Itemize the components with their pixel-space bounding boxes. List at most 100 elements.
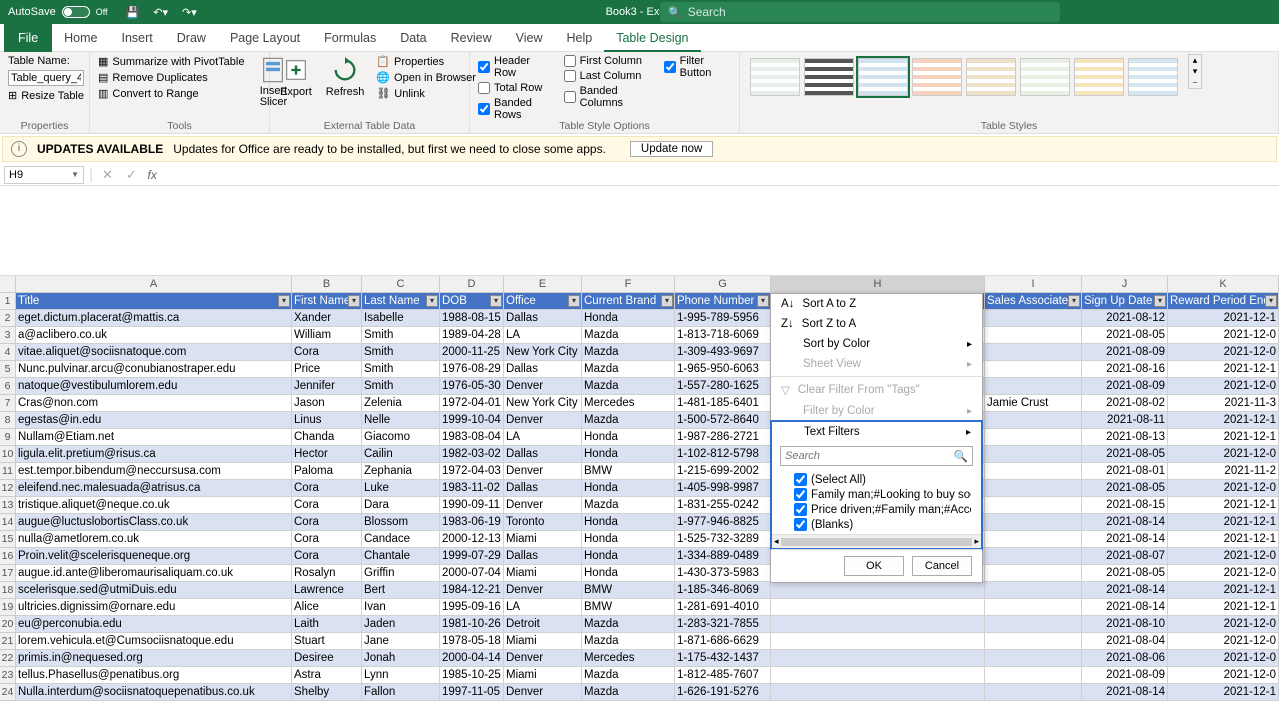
cell[interactable]: 1-831-255-0242 [675, 497, 771, 514]
cell[interactable]: Honda [582, 480, 675, 497]
cell[interactable]: 1972-04-01 [440, 395, 504, 412]
cell[interactable]: 2021-11-2 [1168, 463, 1279, 480]
row-header[interactable]: 12 [0, 480, 16, 497]
cell[interactable]: 2021-12-1 [1168, 599, 1279, 616]
refresh-button[interactable]: Refresh [322, 54, 369, 100]
cell[interactable]: Honda [582, 429, 675, 446]
row-header[interactable]: 2 [0, 310, 16, 327]
cell[interactable]: Denver [504, 378, 582, 395]
cell[interactable]: 1976-08-29 [440, 361, 504, 378]
column-header[interactable]: E [504, 276, 582, 293]
enter-formula-icon[interactable]: ✓ [120, 167, 144, 183]
cell[interactable]: 1988-08-15 [440, 310, 504, 327]
cell[interactable]: 1-995-789-5956 [675, 310, 771, 327]
cell[interactable]: 2021-12-1 [1168, 310, 1279, 327]
filter-dropdown-icon[interactable]: ▾ [1154, 295, 1166, 307]
cell[interactable]: Luke [362, 480, 440, 497]
cell[interactable]: Nelle [362, 412, 440, 429]
row-header[interactable]: 9 [0, 429, 16, 446]
filter-ok-button[interactable]: OK [844, 556, 904, 576]
cell[interactable]: 2021-11-3 [1168, 395, 1279, 412]
filter-dropdown-icon[interactable]: ▾ [568, 295, 580, 307]
cell[interactable]: William [292, 327, 362, 344]
cell[interactable]: 1978-05-18 [440, 633, 504, 650]
first-col-check[interactable]: First Column [562, 54, 656, 68]
cell[interactable]: Miami [504, 565, 582, 582]
cell[interactable]: Cora [292, 480, 362, 497]
cell[interactable]: 1-557-280-1625 [675, 378, 771, 395]
cell[interactable]: Mazda [582, 633, 675, 650]
cell[interactable]: Honda [582, 531, 675, 548]
total-row-check[interactable]: Total Row [476, 81, 556, 95]
cell[interactable]: 1983-11-02 [440, 480, 504, 497]
cell[interactable]: Denver [504, 463, 582, 480]
cell[interactable] [771, 633, 985, 650]
cell[interactable]: 2021-12-1 [1168, 429, 1279, 446]
cell[interactable]: Jason [292, 395, 362, 412]
row-header[interactable]: 19 [0, 599, 16, 616]
column-header[interactable]: J [1082, 276, 1168, 293]
table-style-swatch[interactable] [912, 58, 962, 96]
cell[interactable]: 1981-10-26 [440, 616, 504, 633]
cell[interactable] [771, 599, 985, 616]
menu-tab-data[interactable]: Data [388, 24, 438, 52]
banded-rows-check[interactable]: Banded Rows [476, 96, 556, 122]
cell[interactable]: tristique.aliquet@neque.co.uk [16, 497, 292, 514]
cell[interactable]: Chantale [362, 548, 440, 565]
cell[interactable]: Mazda [582, 361, 675, 378]
column-header[interactable]: G [675, 276, 771, 293]
cell[interactable]: 2021-12-0 [1168, 633, 1279, 650]
table-style-swatch[interactable] [966, 58, 1016, 96]
cell[interactable]: Jane [362, 633, 440, 650]
menu-tab-home[interactable]: Home [52, 24, 109, 52]
cell[interactable] [985, 514, 1082, 531]
cell[interactable]: 2021-12-1 [1168, 497, 1279, 514]
cell[interactable]: Honda [582, 565, 675, 582]
fx-icon[interactable]: fx [148, 168, 157, 182]
cell[interactable]: 2021-12-1 [1168, 361, 1279, 378]
column-header[interactable]: D [440, 276, 504, 293]
row-header[interactable]: 1 [0, 293, 16, 310]
cell[interactable] [985, 565, 1082, 582]
cell[interactable]: 1999-07-29 [440, 548, 504, 565]
cell[interactable] [985, 412, 1082, 429]
update-now-button[interactable]: Update now [630, 141, 713, 157]
text-filters-item[interactable]: Text Filters▸ [772, 422, 981, 442]
cell[interactable]: eu@perconubia.edu [16, 616, 292, 633]
filter-check-item[interactable]: (Blanks) [794, 517, 971, 532]
cell[interactable]: Nullam@Etiam.net [16, 429, 292, 446]
cell[interactable]: 2021-08-05 [1082, 565, 1168, 582]
toggle-switch[interactable] [62, 6, 90, 18]
cell[interactable]: eget.dictum.placerat@mattis.ca [16, 310, 292, 327]
cell[interactable]: Jonah [362, 650, 440, 667]
cell[interactable]: 1-405-998-9987 [675, 480, 771, 497]
table-header-cell[interactable]: Last Name▾ [362, 293, 440, 310]
cell[interactable]: 1984-12-21 [440, 582, 504, 599]
cell[interactable]: Dallas [504, 548, 582, 565]
formula-input[interactable] [161, 166, 1279, 184]
select-all-corner[interactable] [0, 276, 16, 293]
cell[interactable]: 2000-07-04 [440, 565, 504, 582]
cell[interactable]: 2021-12-0 [1168, 327, 1279, 344]
table-header-cell[interactable]: Sales Associate▾ [985, 293, 1082, 310]
column-header[interactable]: H [771, 276, 985, 293]
cell[interactable]: BMW [582, 599, 675, 616]
cell[interactable]: 1-430-373-5983 [675, 565, 771, 582]
cell[interactable]: 1972-04-03 [440, 463, 504, 480]
cell[interactable] [985, 616, 1082, 633]
filter-button-check[interactable]: Filter Button [662, 54, 733, 80]
filter-check-item[interactable]: Price driven;#Family man;#Accessor [794, 502, 971, 517]
cell[interactable] [985, 582, 1082, 599]
row-header[interactable]: 15 [0, 531, 16, 548]
cell[interactable]: 2000-12-13 [440, 531, 504, 548]
row-header[interactable]: 11 [0, 463, 16, 480]
cell[interactable]: Chanda [292, 429, 362, 446]
cell[interactable]: Blossom [362, 514, 440, 531]
cell[interactable] [985, 599, 1082, 616]
sort-az-item[interactable]: A↓Sort A to Z [771, 294, 982, 314]
cell[interactable]: Jamie Crust [985, 395, 1082, 412]
cell[interactable]: 2000-04-14 [440, 650, 504, 667]
cell[interactable]: Cora [292, 344, 362, 361]
cell[interactable]: Alice [292, 599, 362, 616]
cell[interactable]: Mazda [582, 378, 675, 395]
